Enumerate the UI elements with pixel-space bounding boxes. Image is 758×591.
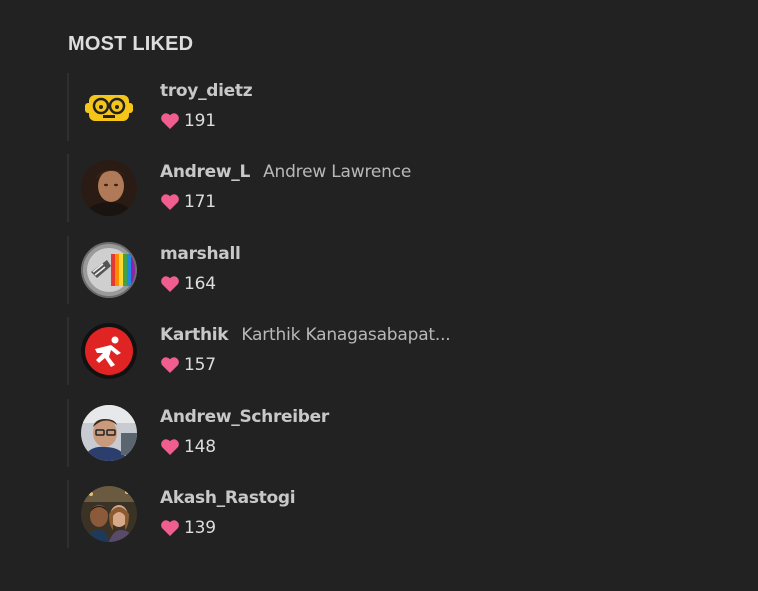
avatar[interactable] [81, 241, 137, 298]
yellow-bot-icon [85, 95, 133, 121]
like-count-value: 171 [184, 192, 216, 213]
section-title: MOST LIKED [68, 33, 194, 55]
avatar[interactable] [81, 485, 137, 542]
rainbow-badge-icon [81, 241, 137, 298]
heart-icon [161, 113, 179, 129]
like-count: 157 [160, 355, 216, 375]
like-count: 139 [160, 518, 216, 538]
like-count-value: 164 [184, 273, 216, 294]
most-liked-list: troy_dietz 191 Andrew_L Andrew Lawrence [67, 73, 667, 561]
full-name: Karthik Kanagasabapat... [241, 325, 451, 346]
list-item: marshall 164 [67, 235, 667, 304]
avatar[interactable] [81, 404, 137, 461]
username[interactable]: Andrew_L [160, 162, 250, 182]
list-item: Andrew_Schreiber 148 [67, 398, 667, 467]
list-item: Karthik Karthik Kanagasabapat... 157 [67, 317, 667, 386]
list-item: troy_dietz 191 [67, 73, 667, 141]
username[interactable]: Andrew_Schreiber [160, 407, 329, 427]
list-item: Akash_Rastogi 139 [67, 479, 667, 548]
username[interactable]: Akash_Rastogi [160, 488, 296, 508]
like-count: 191 [160, 111, 216, 131]
like-count: 164 [160, 274, 216, 294]
avatar[interactable] [81, 79, 137, 135]
list-item: Andrew_L Andrew Lawrence 171 [67, 154, 667, 223]
like-count-value: 157 [184, 355, 216, 376]
like-count: 171 [160, 192, 216, 212]
user-photo-icon [81, 160, 137, 217]
like-count-value: 148 [184, 436, 216, 457]
heart-icon [161, 438, 179, 455]
heart-icon [161, 194, 179, 211]
kick-icon [81, 323, 137, 380]
username[interactable]: marshall [160, 244, 241, 264]
heart-icon [161, 520, 179, 536]
username[interactable]: Karthik [160, 325, 229, 345]
heart-icon [161, 357, 179, 374]
avatar[interactable] [81, 160, 137, 217]
avatar[interactable] [81, 323, 137, 380]
like-count-value: 191 [184, 111, 216, 131]
user-photo-icon [81, 485, 137, 542]
like-count-value: 139 [184, 517, 216, 538]
like-count: 148 [160, 437, 216, 457]
username[interactable]: troy_dietz [160, 81, 253, 101]
full-name: Andrew Lawrence [263, 162, 412, 183]
user-photo-icon [81, 404, 137, 461]
heart-icon [161, 276, 179, 292]
